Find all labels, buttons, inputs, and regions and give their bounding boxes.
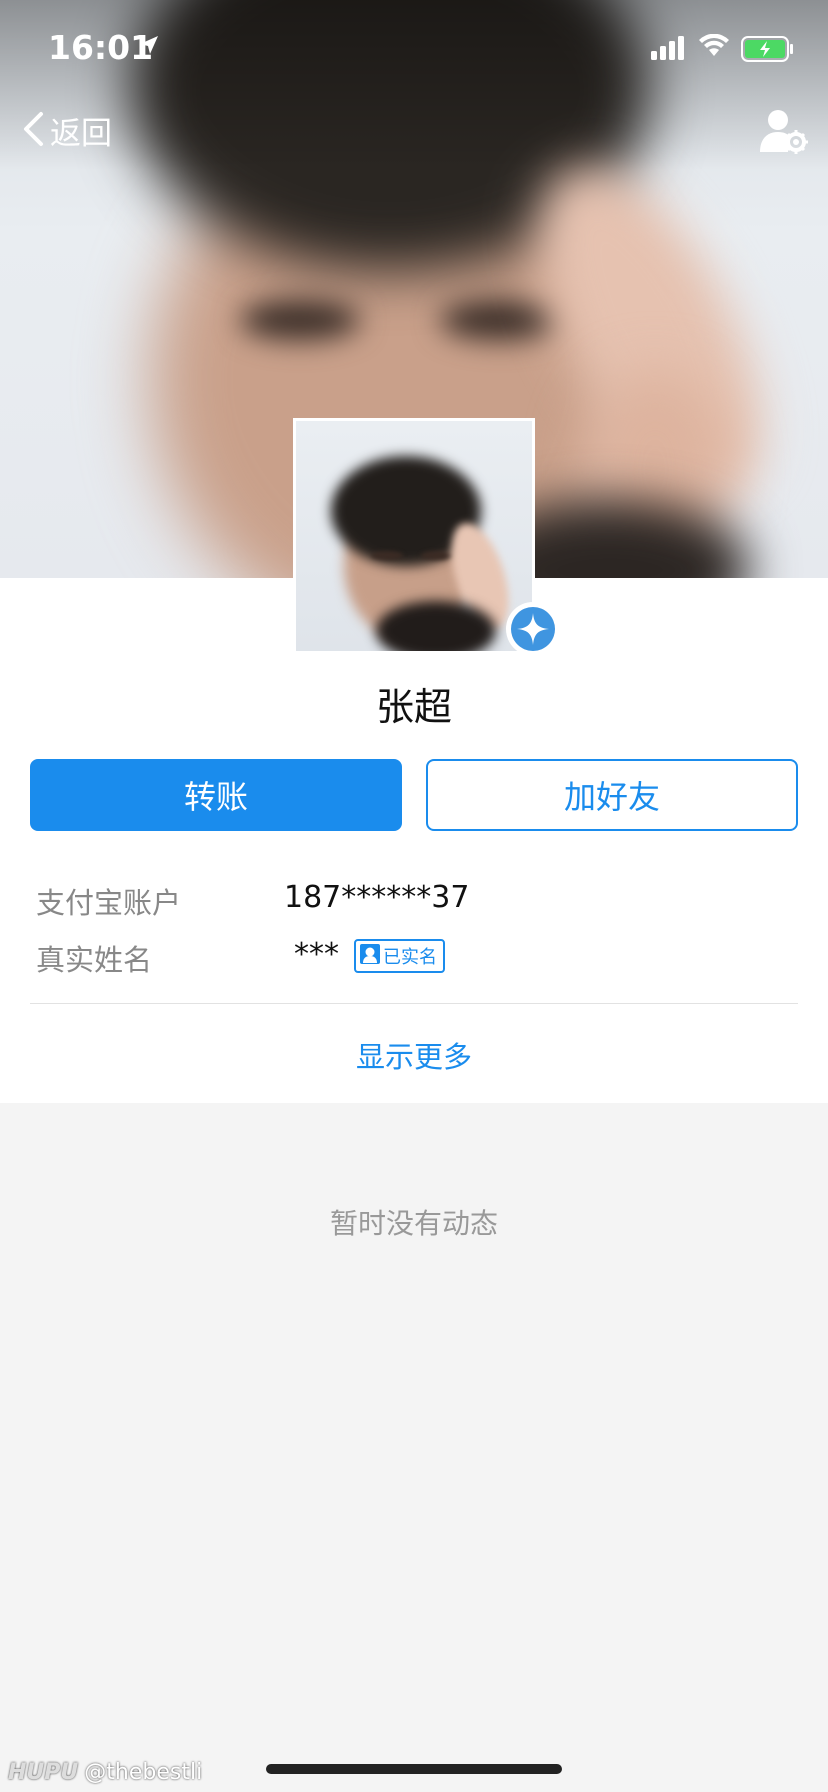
show-more-link[interactable]: 显示更多 xyxy=(0,1034,828,1076)
realname-label: 真实姓名 xyxy=(36,943,153,977)
user-settings-button[interactable] xyxy=(760,108,808,158)
back-button[interactable]: 返回 xyxy=(22,108,112,153)
profile-card xyxy=(0,578,828,1103)
battery-charging-icon xyxy=(741,36,795,66)
back-label: 返回 xyxy=(50,116,112,152)
watermark: HUPU @thebestli xyxy=(8,1760,202,1785)
signal-icon xyxy=(651,36,687,64)
user-settings-icon xyxy=(760,110,808,158)
transfer-button[interactable]: 转账 xyxy=(30,759,402,831)
location-arrow-icon xyxy=(138,34,160,60)
watermark-handle: @thebestli xyxy=(84,1760,203,1785)
divider xyxy=(30,1003,798,1004)
verified-label: 已实名 xyxy=(383,947,437,968)
profile-name: 张超 xyxy=(375,685,452,729)
add-friend-button[interactable]: 加好友 xyxy=(426,759,798,831)
verified-person-icon xyxy=(360,943,380,969)
verified-badge: 已实名 xyxy=(354,939,445,973)
wifi-icon xyxy=(698,33,730,62)
chevron-left-icon xyxy=(22,111,44,151)
empty-feed-text: 暂时没有动态 xyxy=(329,1207,498,1240)
avatar[interactable] xyxy=(293,418,535,654)
home-indicator[interactable] xyxy=(266,1764,562,1774)
account-value: 187******37 xyxy=(284,880,470,915)
status-bar: 16:01 xyxy=(0,0,828,100)
star-badge-icon xyxy=(506,602,560,656)
watermark-brand: HUPU xyxy=(8,1760,79,1785)
account-label: 支付宝账户 xyxy=(36,886,182,920)
realname-value: *** xyxy=(294,937,339,972)
